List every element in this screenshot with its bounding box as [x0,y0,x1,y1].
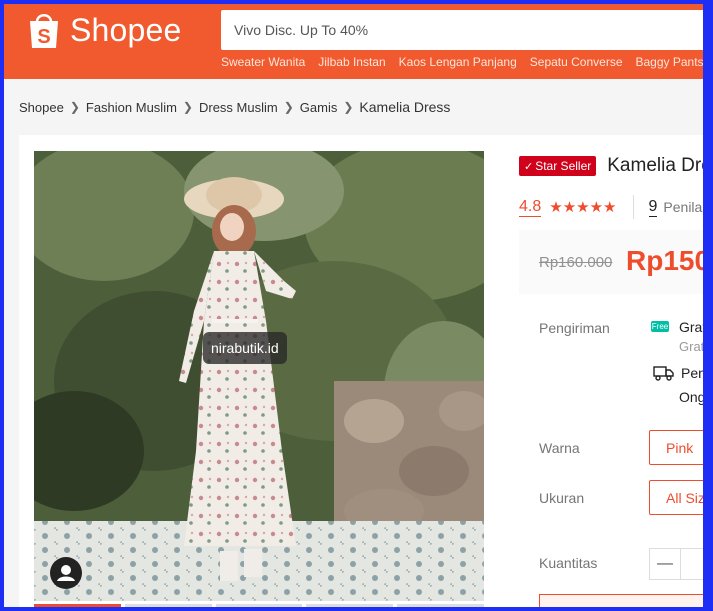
search-bar[interactable] [221,10,711,50]
thumbnail[interactable] [306,604,394,611]
truck-icon [653,366,674,381]
breadcrumb-item[interactable]: Shopee [19,100,64,115]
user-icon [57,565,75,581]
color-label: Warna [539,440,580,456]
original-price: Rp160.000 [539,254,613,271]
thumbnail-strip[interactable] [34,604,484,611]
svg-text:S: S [37,26,50,48]
suggestion-link[interactable]: Jilbab Instan [318,55,385,69]
rating-row: 4.8 ★★★★★ 9 Penila [519,195,702,219]
thumbnail[interactable] [215,604,303,611]
quantity-decrease-button[interactable]: — [649,548,681,580]
thumbnail[interactable] [397,604,484,611]
divider [632,195,634,219]
logo-wordmark: Shopee [70,11,182,48]
suggestion-link[interactable]: Kaos Lengan Panjang [399,55,517,69]
free-badge-text: Free [651,321,669,332]
product-photo-illustration [34,151,484,601]
shopping-bag-icon: S [30,14,58,48]
rating-value[interactable]: 4.8 [519,198,542,217]
suggestion-link[interactable]: Sweater Wanita [221,55,305,69]
review-count[interactable]: 9 [648,198,658,217]
free-shipping-icon: Free [651,319,675,335]
breadcrumb-current: Kamelia Dress [359,99,451,115]
breadcrumb-item[interactable]: Fashion Muslim [86,100,177,115]
product-title-row: ✓ Star Seller Kamelia Dre [519,155,712,177]
chevron-right-icon: ❯ [283,100,294,114]
frame-right-edge [703,0,713,611]
product-title: Kamelia Dre [607,155,712,176]
review-label: Penila [663,199,703,215]
search-input[interactable] [221,10,711,50]
check-icon: ✓ [524,160,534,173]
suggestion-link[interactable]: Baggy Pants [636,55,704,69]
add-to-cart-button[interactable] [539,594,713,611]
shipping-label: Pengiriman [539,320,610,336]
search-suggestions: Sweater Wanita Jilbab Instan Kaos Lengan… [221,55,713,69]
star-seller-badge: ✓ Star Seller [519,156,597,176]
chevron-right-icon: ❯ [182,100,193,114]
breadcrumb: Shopee ❯ Fashion Muslim ❯ Dress Muslim ❯… [19,99,450,115]
chevron-right-icon: ❯ [69,100,80,114]
seller-watermark: nirabutik.id [203,332,287,364]
suggestion-link[interactable]: Sepatu Converse [530,55,623,69]
avatar[interactable] [50,557,82,589]
breadcrumb-item[interactable]: Gamis [300,100,338,115]
discounted-price: Rp150 [626,245,711,276]
thumbnail[interactable] [34,604,121,611]
quantity-label: Kuantitas [539,555,598,571]
thumbnail[interactable] [124,604,212,611]
size-label: Ukuran [539,490,585,506]
top-header: S Shopee Sweater Wanita Jilbab Instan Ka… [0,0,713,79]
star-rating-icon: ★★★★★ [549,199,617,216]
badge-label: Star Seller [535,159,592,173]
chevron-right-icon: ❯ [343,100,354,114]
shopee-logo[interactable]: S Shopee [26,10,182,50]
product-image[interactable]: nirabutik.id [34,151,484,601]
breadcrumb-item[interactable]: Dress Muslim [199,100,278,115]
